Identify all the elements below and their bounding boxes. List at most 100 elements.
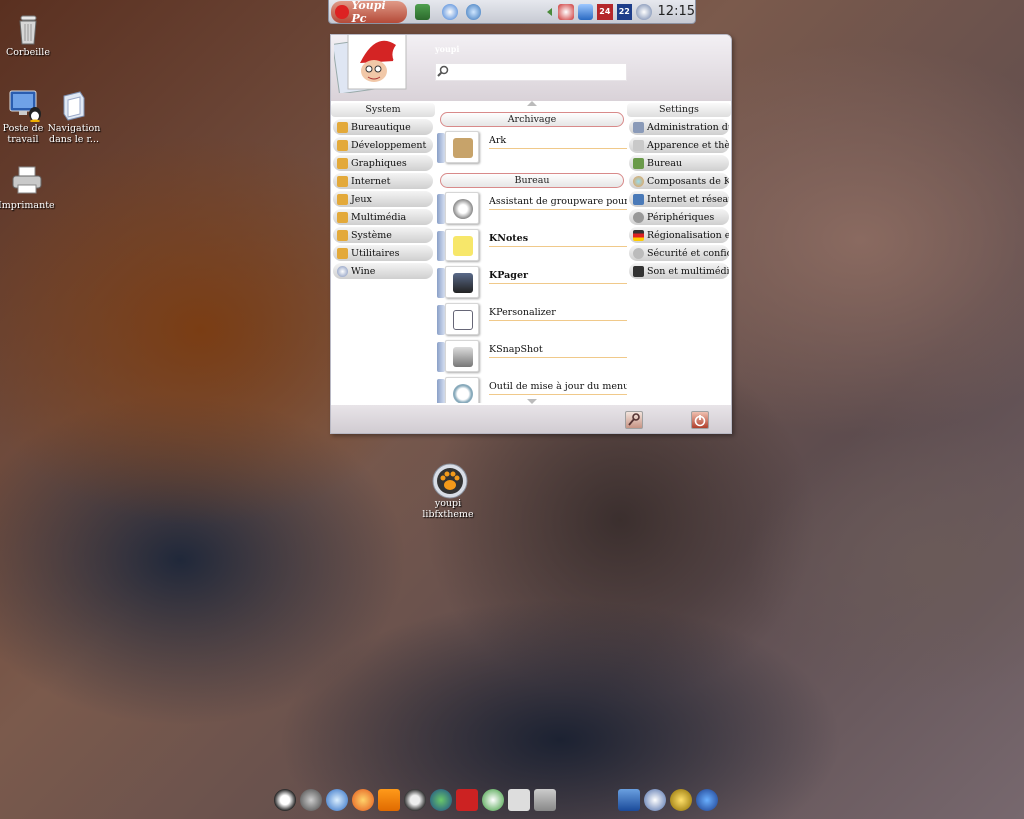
- settings-security[interactable]: Sécurité et confide: [629, 245, 729, 261]
- category-bureautique[interactable]: Bureautique: [333, 119, 433, 135]
- settings-peripherals[interactable]: Périphériques: [629, 209, 729, 225]
- app-item-kpersonalizer[interactable]: KPersonalizer: [437, 303, 627, 340]
- network-tray-icon[interactable]: [577, 3, 594, 20]
- lock-session-button[interactable]: [625, 411, 643, 429]
- ksnapshot-icon: [445, 340, 479, 372]
- menu-header: youpi: [331, 35, 731, 101]
- system-header: System: [331, 103, 435, 117]
- folder-icon: [337, 247, 348, 259]
- tux-icon[interactable]: [274, 789, 296, 811]
- browser-icon[interactable]: [326, 789, 348, 811]
- kde-icon[interactable]: [696, 789, 718, 811]
- app-stack-decoration: [437, 133, 445, 163]
- film-reel-icon[interactable]: [404, 789, 426, 811]
- desktop-icon-label: Poste de travail: [2, 123, 44, 145]
- app-stack-decoration: [437, 305, 445, 335]
- settings-network[interactable]: Internet et réseau: [629, 191, 729, 207]
- theme-paw-icon: [432, 463, 468, 499]
- category-graphiques[interactable]: Graphiques: [333, 155, 433, 171]
- earth-icon[interactable]: [430, 789, 452, 811]
- category-jeux[interactable]: Jeux: [333, 191, 433, 207]
- category-internet[interactable]: Internet: [333, 173, 433, 189]
- gnome-hat-icon: [335, 4, 349, 19]
- settings-appearance[interactable]: Apparence et thèm: [629, 137, 729, 153]
- gimp-icon[interactable]: [300, 789, 322, 811]
- category-utilitaires[interactable]: Utilitaires: [333, 245, 433, 261]
- network-browser-icon: [58, 88, 90, 121]
- app-item-knotes[interactable]: KNotes: [437, 229, 627, 266]
- application-menu: youpi System Bureautique Développement G…: [330, 34, 732, 434]
- app-stack-decoration: [437, 268, 445, 298]
- klipper-icon[interactable]: [558, 3, 574, 20]
- pager-desktop-1[interactable]: 24: [597, 3, 613, 20]
- settings-sound[interactable]: Son et multimédia: [629, 263, 729, 279]
- tray-arrow-icon[interactable]: [547, 7, 553, 16]
- image-viewer-icon[interactable]: [508, 789, 530, 811]
- terminal-icon[interactable]: [644, 789, 666, 811]
- wine-icon: [337, 265, 348, 277]
- app-item-ksnapshot[interactable]: KSnapShot: [437, 340, 627, 377]
- category-label: Système: [351, 229, 392, 241]
- security-icon: [633, 247, 644, 259]
- app-label: KPager: [489, 270, 627, 284]
- category-wine[interactable]: Wine: [333, 263, 433, 279]
- kmenu-label: Youpi Pc: [351, 0, 386, 25]
- app-item-ark[interactable]: Ark: [437, 131, 627, 168]
- scroll-up-arrow[interactable]: [527, 101, 537, 106]
- devices-icon: [633, 211, 644, 223]
- desktop-icon-youpi-theme[interactable]: youpi libfxtheme: [420, 463, 476, 520]
- desktop-icon-label: Navigation dans le r...: [47, 123, 101, 145]
- settings-header: Settings: [627, 103, 731, 117]
- search-input[interactable]: [435, 63, 627, 81]
- kmenu-button[interactable]: Youpi Pc: [331, 0, 407, 25]
- globe-launcher-icon[interactable]: [465, 3, 482, 20]
- vlc-icon[interactable]: [378, 789, 400, 811]
- bottom-dock: [274, 786, 560, 814]
- scroll-down-arrow[interactable]: [527, 399, 537, 404]
- clock[interactable]: 12:15: [658, 4, 695, 19]
- sound-icon: [633, 265, 644, 277]
- trash-icon: [12, 12, 44, 45]
- desktop-icon-trash[interactable]: Corbeille: [0, 12, 56, 58]
- tools-icon[interactable]: [482, 789, 504, 811]
- files-icon[interactable]: [534, 789, 556, 811]
- ark-icon: [445, 131, 479, 163]
- desktop-launcher-icon[interactable]: [414, 3, 431, 20]
- category-label: Bureautique: [351, 121, 411, 133]
- weather-icon[interactable]: [636, 3, 652, 20]
- firefox-icon[interactable]: [352, 789, 374, 811]
- logout-button[interactable]: [691, 411, 709, 429]
- category-label: Apparence et thèm: [647, 139, 729, 151]
- kpager-icon: [445, 266, 479, 298]
- category-developpement[interactable]: Développement: [333, 137, 433, 153]
- knotes-icon: [445, 229, 479, 261]
- category-label: Internet et réseau: [647, 193, 729, 205]
- settings-kde-components[interactable]: Composants de KD: [629, 173, 729, 189]
- app-label: Assistant de groupware pour...: [489, 196, 627, 210]
- settings-regional[interactable]: Régionalisation et a: [629, 227, 729, 243]
- pager-desktop-2[interactable]: 22: [616, 3, 633, 20]
- settings-administration[interactable]: Administration du: [629, 119, 729, 135]
- browser-launcher-icon[interactable]: [442, 3, 458, 20]
- category-multimedia[interactable]: Multimédia: [333, 209, 433, 225]
- cards-game-icon[interactable]: [456, 789, 478, 811]
- category-label: Jeux: [351, 193, 372, 205]
- settings-desktop[interactable]: Bureau: [629, 155, 729, 171]
- desktop-icon-network[interactable]: Navigation dans le r...: [46, 88, 102, 145]
- app-label: KNotes: [489, 233, 627, 247]
- section-bureau: Bureau: [440, 173, 624, 188]
- app-stack-decoration: [437, 231, 445, 261]
- section-archivage: Archivage: [440, 112, 624, 127]
- desktop-icon-printer[interactable]: Imprimante: [0, 165, 55, 211]
- groupware-wizard-icon: [445, 192, 479, 224]
- category-systeme[interactable]: Système: [333, 227, 433, 243]
- menu-footer: [331, 405, 731, 433]
- app-item-groupware-assistant[interactable]: Assistant de groupware pour...: [437, 192, 627, 229]
- settings-column: Settings Administration du Apparence et …: [627, 101, 731, 405]
- settings-dock-icon[interactable]: [670, 789, 692, 811]
- app-item-kpager[interactable]: KPager: [437, 266, 627, 303]
- category-label: Son et multimédia: [647, 265, 729, 277]
- desktop-icon-label: Corbeille: [6, 47, 50, 58]
- mail-icon[interactable]: [618, 789, 640, 811]
- desktop-icon-computer[interactable]: Poste de travail: [0, 88, 51, 145]
